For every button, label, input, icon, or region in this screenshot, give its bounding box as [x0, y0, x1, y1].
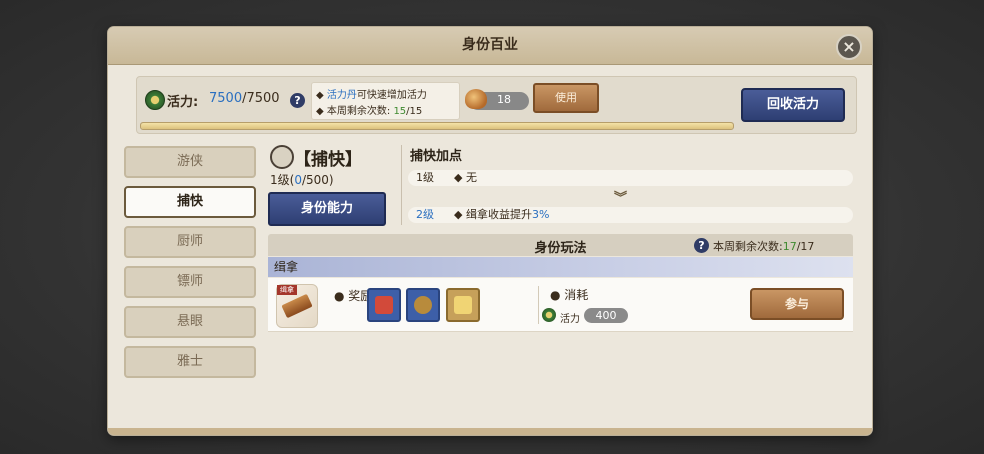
- recover-energy-button[interactable]: 回收活力: [741, 88, 845, 122]
- sidebar-item-constable[interactable]: 捕快: [124, 186, 256, 218]
- constable-icon: [270, 145, 294, 169]
- reward-chest-icon[interactable]: [446, 288, 480, 322]
- bottom-strip: [108, 428, 872, 435]
- identity-ability-button[interactable]: 身份能力: [268, 192, 386, 226]
- energy-icon: [542, 308, 556, 322]
- play-count-max: /17: [796, 240, 815, 253]
- play-count-label: 本周剩余次数:: [713, 240, 783, 253]
- tip-line-1-text: 可快速增加活力: [356, 90, 427, 101]
- energy-icon: [145, 90, 165, 110]
- bonus-desc-text: 缉拿收益提升: [465, 208, 532, 221]
- role-level-current: 0: [294, 173, 302, 187]
- energy-progress-fill: [141, 123, 733, 129]
- tip-line-2-label: 本周剩余次数:: [326, 106, 391, 117]
- energy-pill-icon: [465, 89, 487, 109]
- bonus-title: 捕快加点: [410, 149, 463, 164]
- energy-max: 7500: [246, 91, 280, 106]
- chevron-down-icon[interactable]: ︾: [614, 187, 627, 206]
- reward-pouch-inner: [414, 296, 432, 314]
- energy-progress: [140, 122, 734, 130]
- cost-label-text: 消耗: [564, 288, 589, 302]
- bonus-level: 2级: [416, 208, 434, 221]
- tip-pill-name: 活力丹: [326, 90, 357, 101]
- play-header: 身份玩法 ? 本周剩余次数:17/17: [268, 234, 853, 256]
- identity-panel: 身份百业 × 活力: 7500/7500 ? ◆ 活力丹可快速增加活力 ◆ 本周…: [108, 27, 872, 435]
- bonus-desc: ◆ 无: [454, 171, 477, 184]
- reward-pouch-icon[interactable]: [406, 288, 440, 322]
- tip-line-1: ◆ 活力丹可快速增加活力: [316, 90, 427, 101]
- role-level-suffix: /500): [301, 173, 334, 187]
- scroll-tag: 缉拿: [277, 285, 297, 295]
- bonus-level: 1级: [416, 171, 434, 184]
- help-icon[interactable]: ?: [290, 93, 305, 108]
- energy-bar: 活力: 7500/7500 ? ◆ 活力丹可快速增加活力 ◆ 本周剩余次数: 1…: [136, 76, 857, 134]
- role-level: 1级(0/500): [270, 171, 334, 188]
- cost-name: 活力: [560, 314, 580, 325]
- role-title: 【捕快】: [294, 150, 362, 170]
- item-count: 18: [497, 93, 511, 106]
- bonus-desc: ◆ 缉拿收益提升3%: [454, 208, 550, 221]
- play-count: 本周剩余次数:17/17: [713, 238, 814, 254]
- reward-flag-icon[interactable]: [367, 288, 401, 322]
- energy-current: 7500: [209, 91, 243, 106]
- tip-line-2-max: /15: [406, 106, 423, 117]
- bonus-desc-text: 无: [465, 171, 477, 184]
- sidebar-item-ranger[interactable]: 游侠: [124, 146, 256, 178]
- play-count-current: 17: [782, 240, 797, 253]
- divider: [401, 145, 402, 225]
- sidebar-item-chef[interactable]: 厨师: [124, 226, 256, 258]
- energy-value: 7500/7500: [209, 91, 280, 106]
- bonus-row-1: 1级 ◆ 无: [408, 170, 853, 186]
- cost-value: 400: [584, 308, 628, 323]
- play-row-arrest: 缉拿 ● 奖励 ● 消耗 活力 400 参与: [268, 278, 853, 332]
- tip-line-2: ◆ 本周剩余次数: 15/15: [316, 106, 423, 117]
- divider: [538, 286, 539, 324]
- reward-flag-inner: [375, 296, 393, 314]
- scroll-roll: [281, 293, 313, 319]
- use-button[interactable]: 使用: [533, 83, 599, 113]
- cost-label: ● 消耗: [550, 288, 589, 302]
- role-level-prefix: 1级(: [270, 173, 295, 187]
- bonus-highlight: 3%: [531, 208, 550, 221]
- scroll-icon: 缉拿: [276, 284, 318, 328]
- energy-label: 活力:: [167, 95, 199, 110]
- tip-line-2-current: 15: [393, 106, 407, 117]
- sidebar-item-escort[interactable]: 镖师: [124, 266, 256, 298]
- bonus-row-2: 2级 ◆ 缉拿收益提升3%: [408, 207, 853, 223]
- window-title: 身份百业: [108, 27, 872, 65]
- section-label: 缉拿: [274, 260, 299, 274]
- energy-tip: ◆ 活力丹可快速增加活力 ◆ 本周剩余次数: 15/15: [311, 82, 460, 120]
- sidebar-item-scholar[interactable]: 雅士: [124, 346, 256, 378]
- section-arrest: 缉拿: [268, 257, 853, 277]
- sidebar-item-xuanyan[interactable]: 悬眼: [124, 306, 256, 338]
- close-icon[interactable]: ×: [836, 34, 862, 60]
- reward-chest-inner: [454, 296, 472, 314]
- help-icon[interactable]: ?: [694, 238, 709, 253]
- energy-item-count: 18: [465, 89, 529, 110]
- join-button[interactable]: 参与: [750, 288, 844, 320]
